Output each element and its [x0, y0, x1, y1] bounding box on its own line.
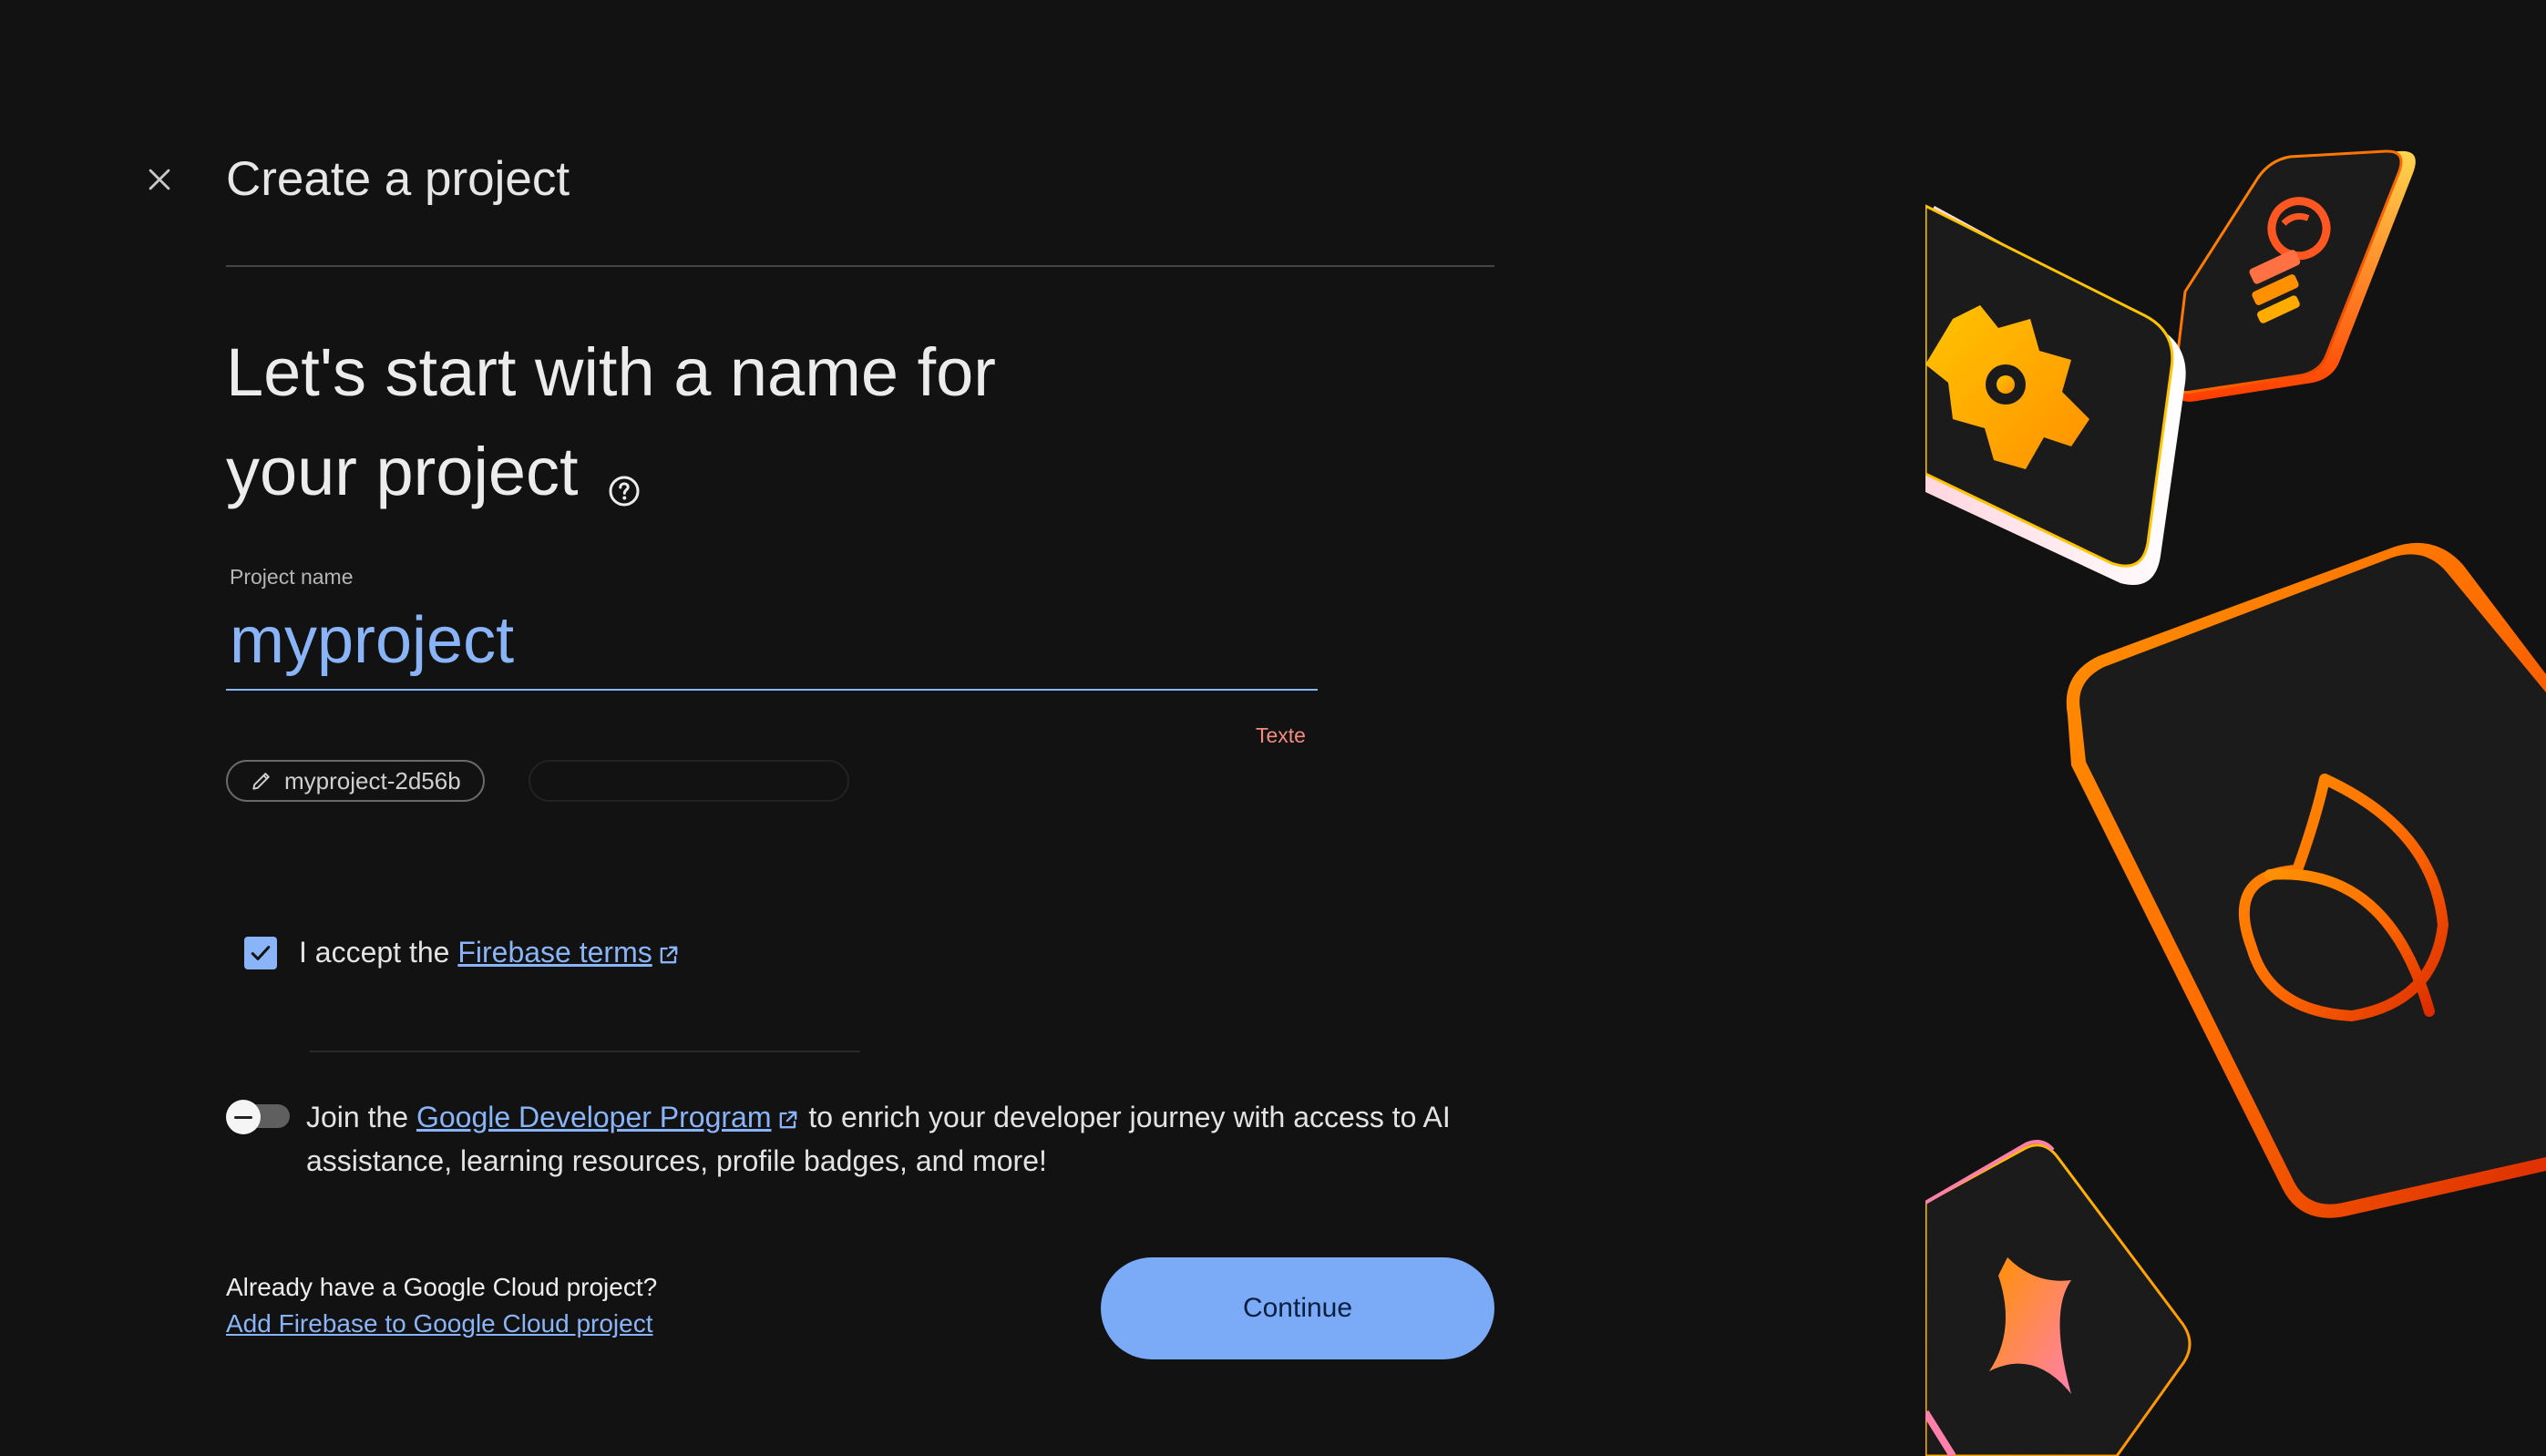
spark-tile	[1925, 1140, 2192, 1456]
continue-button[interactable]: Continue	[1101, 1257, 1494, 1359]
external-link-icon	[660, 946, 678, 963]
rocket-tile	[2172, 149, 2416, 402]
project-name-error: Texte	[1256, 723, 1306, 747]
create-project-page: Create a project Let's start with a name…	[0, 0, 2546, 1456]
headline-line-2: your project	[226, 422, 1228, 534]
firebase-terms-link[interactable]: Firebase terms	[457, 936, 652, 969]
google-developer-program-link[interactable]: Google Developer Program	[416, 1101, 772, 1133]
gdp-toggle[interactable]	[226, 1100, 292, 1134]
terms-text: I accept the Firebase terms	[299, 936, 682, 969]
project-id-chip[interactable]: myproject-2d56b	[226, 760, 485, 802]
close-button[interactable]	[138, 158, 181, 201]
page-title: Create a project	[226, 152, 570, 206]
pencil-icon	[252, 773, 270, 790]
close-icon	[149, 169, 170, 190]
section-divider	[310, 1051, 860, 1052]
placeholder-chip	[529, 760, 849, 802]
project-id-label: myproject-2d56b	[284, 766, 461, 795]
terms-checkbox[interactable]	[244, 936, 277, 969]
external-link-icon	[779, 1111, 796, 1128]
decorative-illustration	[1925, 0, 2546, 1456]
toggle-knob	[226, 1100, 261, 1134]
add-firebase-cloud-link[interactable]: Add Firebase to Google Cloud project	[226, 1309, 653, 1338]
help-icon[interactable]	[608, 435, 641, 534]
project-name-label: Project name	[230, 565, 354, 589]
terms-prefix: I accept the	[299, 936, 458, 969]
headline-line-1: Let's start with a name for	[226, 334, 996, 410]
gdp-text: Join the Google Developer Program to enr…	[306, 1095, 1527, 1183]
project-name-input[interactable]	[226, 592, 1318, 691]
cloud-link-wrap: Add Firebase to Google Cloud project	[226, 1309, 653, 1338]
check-icon	[251, 945, 271, 960]
gear-tile	[1925, 204, 2186, 585]
header-divider	[226, 265, 1494, 267]
headline: Let's start with a name for your project	[226, 323, 1228, 534]
cloud-question: Already have a Google Cloud project?	[226, 1273, 658, 1301]
leaf-tile	[2066, 542, 2546, 1218]
terms-row: I accept the Firebase terms	[244, 936, 682, 969]
gdp-prefix: Join the	[306, 1101, 416, 1133]
headline-line-2-text: your project	[226, 434, 579, 509]
